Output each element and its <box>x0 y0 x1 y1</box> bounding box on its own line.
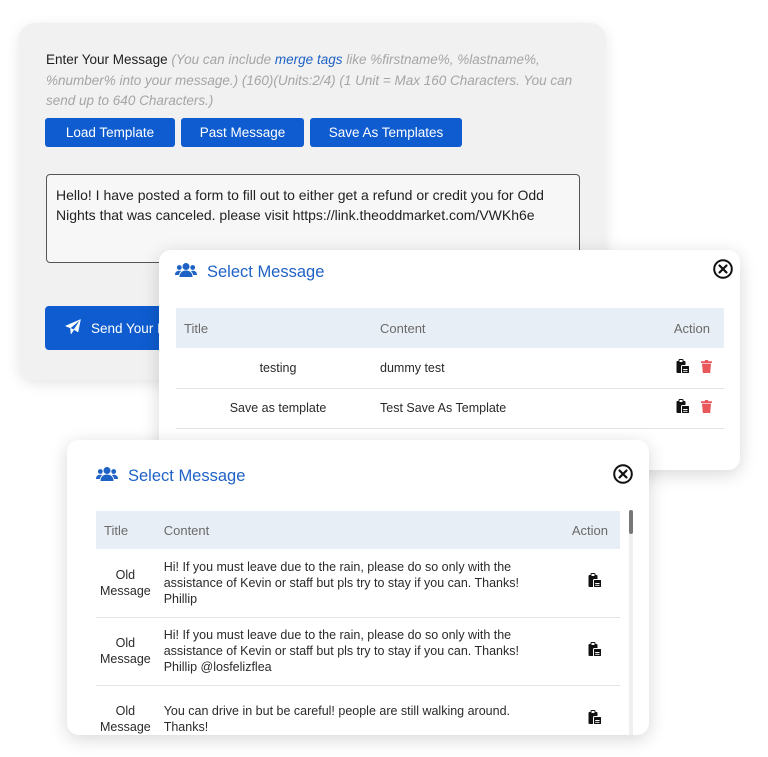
row-title: Old Message <box>96 549 155 618</box>
select-template-modal: Select Message Title Content Action test… <box>159 250 740 470</box>
save-as-templates-button[interactable]: Save As Templates <box>310 118 462 147</box>
scrollbar-track[interactable] <box>629 510 633 735</box>
paper-plane-icon <box>65 318 81 338</box>
template-button-row: Load Template Past Message Save As Templ… <box>45 118 462 147</box>
table-header-row: Title Content Action <box>176 308 724 348</box>
row-title: Old Message <box>96 617 155 686</box>
past-message-button[interactable]: Past Message <box>181 118 304 147</box>
row-actions <box>640 348 724 389</box>
row-actions <box>640 388 724 429</box>
send-button-label: Send Your M <box>91 320 169 336</box>
select-past-message-modal: Select Message Title Content Action Old … <box>67 440 649 735</box>
merge-tags-link[interactable]: merge tags <box>275 52 343 67</box>
row-content: Test Save As Template <box>380 388 640 429</box>
load-template-button[interactable]: Load Template <box>45 118 175 147</box>
col-content: Content <box>380 308 640 348</box>
past-messages-table: Title Content Action Old Message Hi! If … <box>96 511 620 735</box>
modal-header: Select Message <box>175 262 324 283</box>
col-title: Title <box>176 308 380 348</box>
close-icon[interactable] <box>713 259 733 279</box>
paste-icon[interactable] <box>676 399 690 417</box>
table-row[interactable]: testing dummy test <box>176 348 724 389</box>
paste-icon[interactable] <box>588 573 602 592</box>
users-icon <box>96 466 118 487</box>
row-title: testing <box>176 348 380 389</box>
message-label: Enter Your Message <box>46 52 168 67</box>
row-actions <box>534 549 620 618</box>
paste-icon[interactable] <box>588 641 602 661</box>
row-content: You can drive in but be careful! people … <box>163 704 511 735</box>
row-content: Hi! If you must leave due to the rain, p… <box>154 617 535 686</box>
table-row[interactable]: Old Message Hi! If you must leave due to… <box>96 617 620 686</box>
row-content: dummy test <box>380 348 640 389</box>
col-action: Action <box>640 308 724 348</box>
table-header-row: Title Content Action <box>96 511 620 549</box>
col-title: Title <box>96 511 155 549</box>
close-icon[interactable] <box>613 464 633 484</box>
row-content: Hi! If you must leave due to the rain, p… <box>154 549 535 618</box>
table-row[interactable]: Old Message You can drive in but be care… <box>96 685 620 735</box>
paste-icon[interactable] <box>588 709 602 729</box>
row-actions <box>535 685 620 735</box>
col-content: Content <box>154 511 535 549</box>
table-row[interactable]: Old Message Hi! If you must leave due to… <box>96 549 620 618</box>
paste-icon[interactable] <box>676 358 690 377</box>
trash-icon[interactable] <box>701 359 712 376</box>
row-title: Save as template <box>176 388 380 429</box>
message-instructions: Enter Your Message (You can include merg… <box>46 50 576 112</box>
modal-title: Select Message <box>128 467 246 485</box>
templates-table: Title Content Action testing dummy test … <box>176 308 724 429</box>
row-actions <box>534 617 620 686</box>
users-icon <box>175 262 197 283</box>
scrollbar-thumb[interactable] <box>629 510 633 534</box>
modal-header: Select Message <box>96 466 245 487</box>
col-action: Action <box>534 511 620 549</box>
trash-icon[interactable] <box>701 400 712 416</box>
modal-title: Select Message <box>207 263 325 281</box>
row-title: Old Message <box>100 704 151 735</box>
hint-text-1: (You can include <box>167 52 275 67</box>
table-row[interactable]: Save as template Test Save As Template <box>176 388 724 429</box>
